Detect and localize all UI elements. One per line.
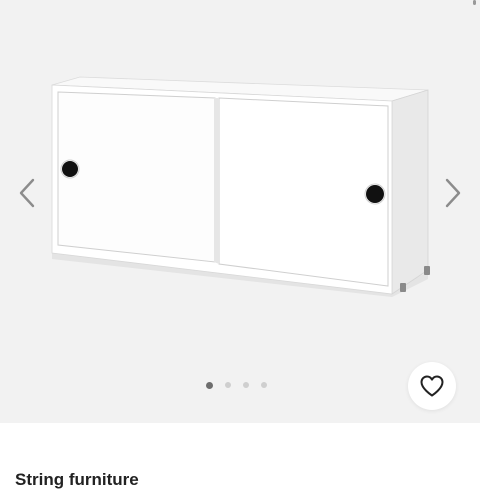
pagination-dot[interactable] xyxy=(243,382,249,388)
product-image-gallery[interactable] xyxy=(0,0,480,423)
product-image xyxy=(51,76,430,297)
pagination-dot-active[interactable] xyxy=(206,381,213,389)
next-image-button[interactable] xyxy=(437,173,469,213)
pagination-dot[interactable] xyxy=(261,382,267,388)
chevron-right-icon xyxy=(445,178,461,208)
product-brand-name[interactable]: String furniture xyxy=(15,470,139,490)
image-pagination-dots xyxy=(206,380,267,390)
previous-image-button[interactable] xyxy=(11,173,43,213)
heart-outline-icon xyxy=(420,375,444,397)
add-to-favorites-button[interactable] xyxy=(408,362,456,410)
chevron-left-icon xyxy=(19,178,35,208)
pagination-dot[interactable] xyxy=(225,382,231,388)
